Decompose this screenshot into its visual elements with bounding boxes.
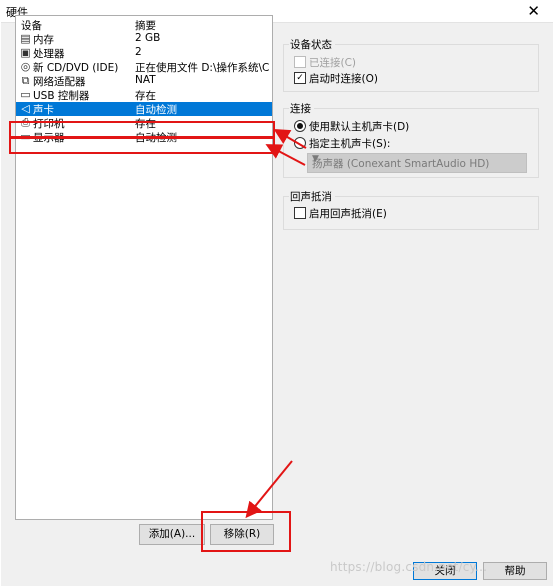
annotation-arrows	[245, 128, 307, 519]
arrow-to-remove	[245, 460, 293, 519]
arrow-to-printer	[265, 144, 306, 166]
arrow-to-sound-card	[273, 128, 307, 149]
